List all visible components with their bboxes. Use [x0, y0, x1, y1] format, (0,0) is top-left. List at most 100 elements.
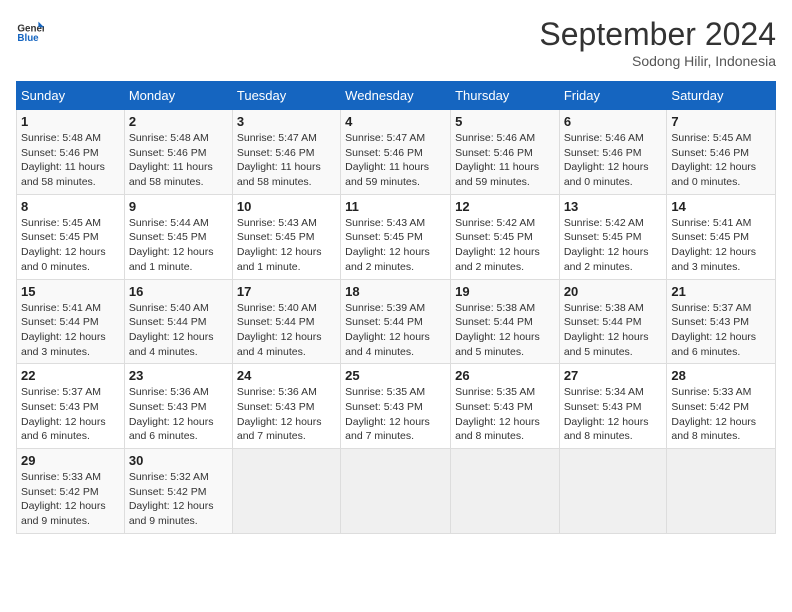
day-number: 8: [21, 199, 120, 214]
calendar-cell: 27 Sunrise: 5:34 AM Sunset: 5:43 PM Dayli…: [559, 364, 667, 449]
day-info: Sunrise: 5:47 AM Sunset: 5:46 PM Dayligh…: [237, 131, 336, 190]
day-number: 29: [21, 453, 120, 468]
day-number: 2: [129, 114, 228, 129]
day-info: Sunrise: 5:38 AM Sunset: 5:44 PM Dayligh…: [564, 301, 663, 360]
day-info: Sunrise: 5:34 AM Sunset: 5:43 PM Dayligh…: [564, 385, 663, 444]
calendar-cell: 22 Sunrise: 5:37 AM Sunset: 5:43 PM Dayli…: [17, 364, 125, 449]
calendar-cell: 30 Sunrise: 5:32 AM Sunset: 5:42 PM Dayli…: [124, 449, 232, 534]
calendar-cell: 4 Sunrise: 5:47 AM Sunset: 5:46 PM Daylig…: [341, 110, 451, 195]
day-info: Sunrise: 5:37 AM Sunset: 5:43 PM Dayligh…: [671, 301, 771, 360]
calendar-cell: 15 Sunrise: 5:41 AM Sunset: 5:44 PM Dayli…: [17, 279, 125, 364]
calendar-table: SundayMondayTuesdayWednesdayThursdayFrid…: [16, 81, 776, 534]
col-header-tuesday: Tuesday: [232, 82, 340, 110]
day-info: Sunrise: 5:45 AM Sunset: 5:46 PM Dayligh…: [671, 131, 771, 190]
calendar-cell: 17 Sunrise: 5:40 AM Sunset: 5:44 PM Dayli…: [232, 279, 340, 364]
calendar-cell: 10Sunrise: 5:43 AM Sunset: 5:45 PM Dayli…: [232, 194, 340, 279]
calendar-cell: 25 Sunrise: 5:35 AM Sunset: 5:43 PM Dayli…: [341, 364, 451, 449]
day-info: Sunrise: 5:43 AM Sunset: 5:45 PM Dayligh…: [237, 216, 336, 275]
day-number: 18: [345, 284, 446, 299]
calendar-cell: 5Sunrise: 5:46 AM Sunset: 5:46 PM Daylig…: [451, 110, 560, 195]
month-title: September 2024: [539, 16, 776, 53]
day-info: Sunrise: 5:33 AM Sunset: 5:42 PM Dayligh…: [21, 470, 120, 529]
logo: General Blue: [16, 16, 44, 44]
day-number: 21: [671, 284, 771, 299]
day-number: 14: [671, 199, 771, 214]
day-info: Sunrise: 5:46 AM Sunset: 5:46 PM Dayligh…: [455, 131, 555, 190]
col-header-sunday: Sunday: [17, 82, 125, 110]
calendar-cell: 19Sunrise: 5:38 AM Sunset: 5:44 PM Dayli…: [451, 279, 560, 364]
day-info: Sunrise: 5:33 AM Sunset: 5:42 PM Dayligh…: [671, 385, 771, 444]
day-number: 30: [129, 453, 228, 468]
day-number: 15: [21, 284, 120, 299]
day-number: 20: [564, 284, 663, 299]
day-number: 16: [129, 284, 228, 299]
day-info: Sunrise: 5:45 AM Sunset: 5:45 PM Dayligh…: [21, 216, 120, 275]
day-number: 23: [129, 368, 228, 383]
day-info: Sunrise: 5:46 AM Sunset: 5:46 PM Dayligh…: [564, 131, 663, 190]
day-number: 1: [21, 114, 120, 129]
calendar-cell: 6 Sunrise: 5:46 AM Sunset: 5:46 PM Daylig…: [559, 110, 667, 195]
calendar-cell: 1Sunrise: 5:48 AM Sunset: 5:46 PM Daylig…: [17, 110, 125, 195]
logo-icon: General Blue: [16, 16, 44, 44]
calendar-cell: [232, 449, 340, 534]
col-header-monday: Monday: [124, 82, 232, 110]
day-info: Sunrise: 5:36 AM Sunset: 5:43 PM Dayligh…: [237, 385, 336, 444]
day-info: Sunrise: 5:35 AM Sunset: 5:43 PM Dayligh…: [455, 385, 555, 444]
day-info: Sunrise: 5:32 AM Sunset: 5:42 PM Dayligh…: [129, 470, 228, 529]
day-number: 7: [671, 114, 771, 129]
day-info: Sunrise: 5:42 AM Sunset: 5:45 PM Dayligh…: [455, 216, 555, 275]
location-subtitle: Sodong Hilir, Indonesia: [539, 53, 776, 69]
calendar-cell: 18 Sunrise: 5:39 AM Sunset: 5:44 PM Dayli…: [341, 279, 451, 364]
calendar-cell: 7 Sunrise: 5:45 AM Sunset: 5:46 PM Daylig…: [667, 110, 776, 195]
day-number: 9: [129, 199, 228, 214]
day-info: Sunrise: 5:36 AM Sunset: 5:43 PM Dayligh…: [129, 385, 228, 444]
calendar-cell: 26 Sunrise: 5:35 AM Sunset: 5:43 PM Dayli…: [451, 364, 560, 449]
calendar-cell: 29 Sunrise: 5:33 AM Sunset: 5:42 PM Dayli…: [17, 449, 125, 534]
calendar-cell: 16 Sunrise: 5:40 AM Sunset: 5:44 PM Dayli…: [124, 279, 232, 364]
day-number: 17: [237, 284, 336, 299]
calendar-cell: 11 Sunrise: 5:43 AM Sunset: 5:45 PM Dayli…: [341, 194, 451, 279]
day-info: Sunrise: 5:38 AM Sunset: 5:44 PM Dayligh…: [455, 301, 555, 360]
day-number: 25: [345, 368, 446, 383]
day-number: 27: [564, 368, 663, 383]
calendar-cell: 21 Sunrise: 5:37 AM Sunset: 5:43 PM Dayli…: [667, 279, 776, 364]
calendar-cell: 2Sunrise: 5:48 AM Sunset: 5:46 PM Daylig…: [124, 110, 232, 195]
col-header-friday: Friday: [559, 82, 667, 110]
day-number: 28: [671, 368, 771, 383]
day-info: Sunrise: 5:42 AM Sunset: 5:45 PM Dayligh…: [564, 216, 663, 275]
calendar-cell: 28 Sunrise: 5:33 AM Sunset: 5:42 PM Dayli…: [667, 364, 776, 449]
calendar-cell: 12 Sunrise: 5:42 AM Sunset: 5:45 PM Dayli…: [451, 194, 560, 279]
calendar-cell: 14 Sunrise: 5:41 AM Sunset: 5:45 PM Dayli…: [667, 194, 776, 279]
day-info: Sunrise: 5:41 AM Sunset: 5:45 PM Dayligh…: [671, 216, 771, 275]
calendar-cell: 9 Sunrise: 5:44 AM Sunset: 5:45 PM Daylig…: [124, 194, 232, 279]
col-header-saturday: Saturday: [667, 82, 776, 110]
day-info: Sunrise: 5:44 AM Sunset: 5:45 PM Dayligh…: [129, 216, 228, 275]
calendar-cell: [667, 449, 776, 534]
day-number: 11: [345, 199, 446, 214]
day-number: 12: [455, 199, 555, 214]
calendar-cell: 23 Sunrise: 5:36 AM Sunset: 5:43 PM Dayli…: [124, 364, 232, 449]
day-number: 13: [564, 199, 663, 214]
col-header-thursday: Thursday: [451, 82, 560, 110]
day-info: Sunrise: 5:41 AM Sunset: 5:44 PM Dayligh…: [21, 301, 120, 360]
day-number: 4: [345, 114, 446, 129]
day-info: Sunrise: 5:40 AM Sunset: 5:44 PM Dayligh…: [237, 301, 336, 360]
calendar-cell: 3 Sunrise: 5:47 AM Sunset: 5:46 PM Daylig…: [232, 110, 340, 195]
day-info: Sunrise: 5:37 AM Sunset: 5:43 PM Dayligh…: [21, 385, 120, 444]
day-info: Sunrise: 5:43 AM Sunset: 5:45 PM Dayligh…: [345, 216, 446, 275]
day-number: 6: [564, 114, 663, 129]
day-info: Sunrise: 5:47 AM Sunset: 5:46 PM Dayligh…: [345, 131, 446, 190]
col-header-wednesday: Wednesday: [341, 82, 451, 110]
calendar-cell: 20 Sunrise: 5:38 AM Sunset: 5:44 PM Dayli…: [559, 279, 667, 364]
day-number: 3: [237, 114, 336, 129]
day-number: 26: [455, 368, 555, 383]
day-number: 22: [21, 368, 120, 383]
svg-text:Blue: Blue: [17, 33, 39, 44]
day-info: Sunrise: 5:40 AM Sunset: 5:44 PM Dayligh…: [129, 301, 228, 360]
page-header: General Blue September 2024 Sodong Hilir…: [16, 16, 776, 69]
day-info: Sunrise: 5:35 AM Sunset: 5:43 PM Dayligh…: [345, 385, 446, 444]
calendar-cell: [451, 449, 560, 534]
day-number: 24: [237, 368, 336, 383]
day-info: Sunrise: 5:39 AM Sunset: 5:44 PM Dayligh…: [345, 301, 446, 360]
calendar-cell: 8 Sunrise: 5:45 AM Sunset: 5:45 PM Daylig…: [17, 194, 125, 279]
